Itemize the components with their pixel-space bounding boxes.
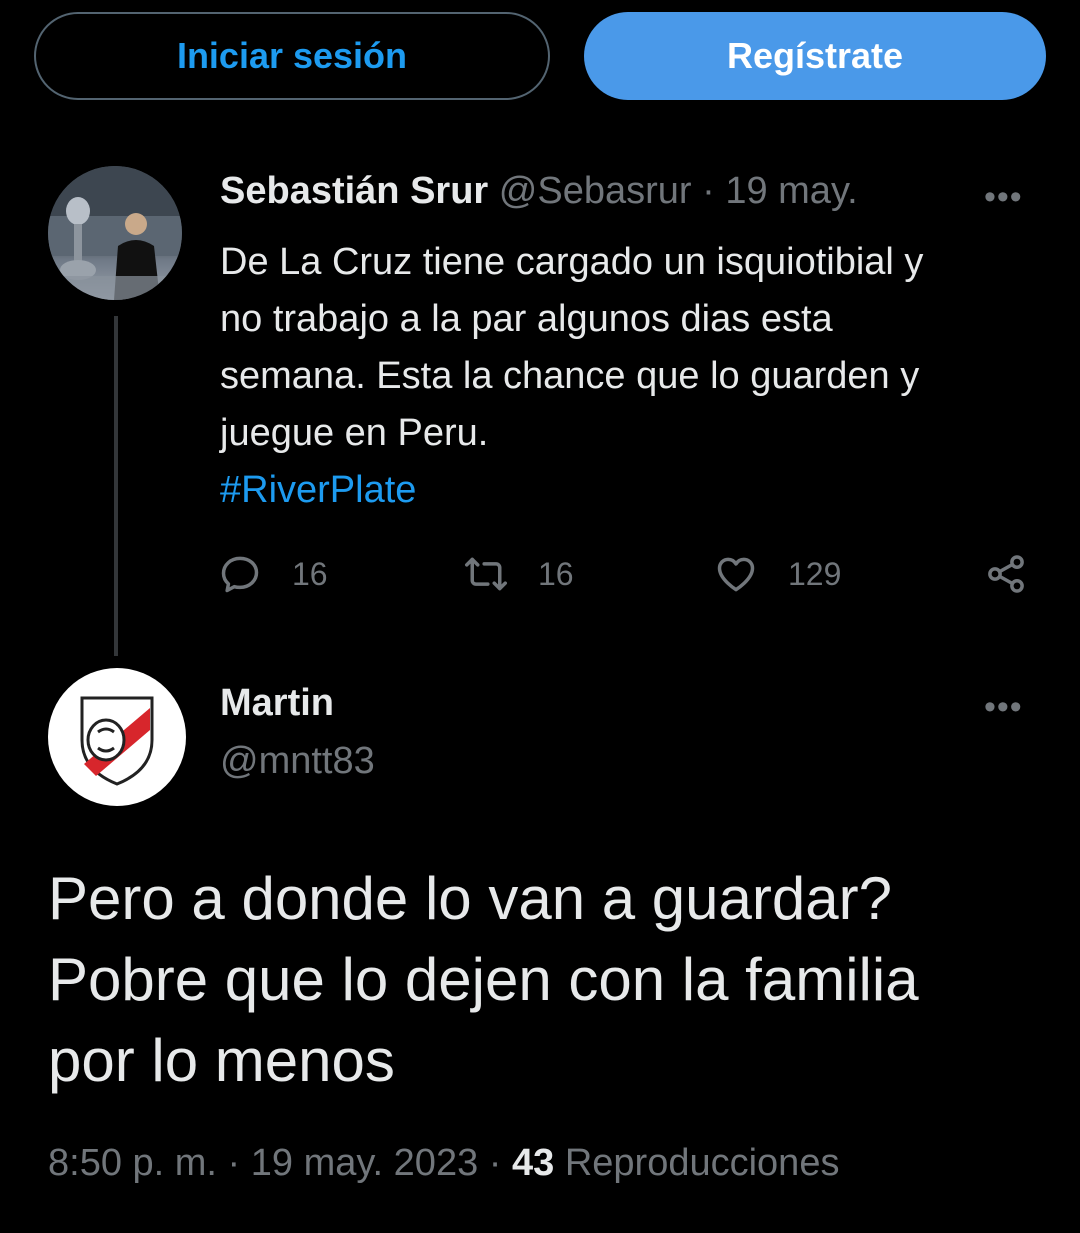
reply-tweet-text: Pero a donde lo van a guardar? Pobre que…: [48, 858, 1048, 1101]
hashtag-link[interactable]: #RiverPlate: [220, 462, 1040, 519]
like-count: 129: [788, 555, 842, 592]
avatar-martin[interactable]: [48, 668, 186, 806]
login-button[interactable]: Iniciar sesión: [34, 12, 550, 100]
tweet-actions: 16 16 129: [218, 552, 1030, 602]
top-bar: Iniciar sesión Regístrate: [0, 0, 1080, 120]
views-count: 43: [512, 1142, 555, 1184]
author-handle[interactable]: @mntt83: [220, 740, 375, 783]
more-icon[interactable]: •••: [984, 178, 1023, 217]
tweet-metadata: 8:50 p. m. · 19 may. 2023 · 43 Reproducc…: [48, 1142, 839, 1185]
meta-separator: ·: [691, 170, 726, 212]
tweet-date[interactable]: 19 may. 2023: [251, 1142, 478, 1184]
retweet-count: 16: [538, 555, 574, 592]
retweet-icon: [465, 557, 507, 591]
tweet-line: Pero a donde lo van a guardar?: [48, 865, 892, 932]
avatar-photo-icon: [48, 166, 182, 300]
quoted-tweet-text: De La Cruz tiene cargado un isquiotibial…: [220, 234, 1040, 519]
avatar-sebastian[interactable]: [48, 166, 182, 300]
river-plate-logo: [80, 696, 154, 786]
tweet-line: De La Cruz tiene cargado un isquiotibial…: [220, 241, 924, 283]
share-icon: [988, 555, 1024, 593]
reply-action[interactable]: 16: [218, 552, 328, 596]
meta-separator: ·: [216, 1142, 251, 1184]
tweet-line: semana. Esta la chance que lo guarden y: [220, 355, 920, 397]
tweet-time[interactable]: 8:50 p. m.: [48, 1142, 217, 1184]
retweet-action[interactable]: 16: [464, 552, 574, 596]
tweet-line: por lo menos: [48, 1027, 395, 1094]
meta-separator: ·: [478, 1142, 512, 1184]
reply-count: 16: [292, 555, 328, 592]
signup-button[interactable]: Regístrate: [584, 12, 1046, 100]
reply-icon: [221, 556, 259, 593]
tweet-line: Pobre que lo dejen con la familia: [48, 946, 919, 1013]
thread-connector-line: [114, 316, 118, 656]
more-icon[interactable]: •••: [984, 688, 1023, 727]
author-name[interactable]: Sebastián Srur: [220, 170, 488, 212]
tweet-line: juegue en Peru.: [220, 412, 489, 454]
author-name[interactable]: Martin: [220, 682, 334, 725]
quoted-tweet-header: Sebastián Srur @Sebasrur · 19 may.: [220, 170, 858, 213]
share-action[interactable]: [984, 552, 1058, 596]
like-icon: [717, 557, 755, 592]
tweet-line: no trabajo a la par algunos dias esta: [220, 298, 833, 340]
like-action[interactable]: 129: [714, 552, 841, 596]
author-handle[interactable]: @Sebasrur: [499, 170, 692, 212]
views-label: Reproducciones: [564, 1142, 840, 1184]
tweet-date[interactable]: 19 may.: [725, 170, 857, 212]
